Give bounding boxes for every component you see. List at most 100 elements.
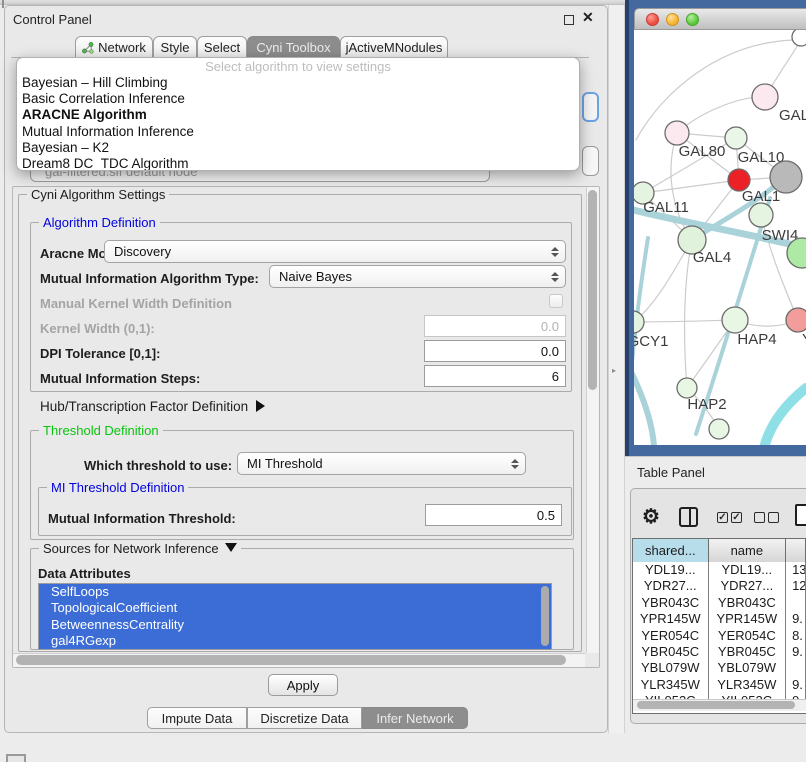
attribute-item[interactable]: BetweennessCentrality	[39, 617, 551, 633]
network-node-gal10[interactable]	[725, 127, 747, 149]
table-horizontal-scrollbar-thumb[interactable]	[637, 701, 795, 709]
network-edge	[685, 240, 692, 388]
screen: Control Panel ✕ Network Style Select Cyn…	[0, 0, 806, 762]
panel-splitter[interactable]	[608, 5, 625, 733]
zoom-window-icon[interactable]	[686, 13, 699, 26]
table-row[interactable]: YER054CYER054C8.	[633, 628, 806, 644]
network-node-gal7[interactable]	[752, 84, 778, 110]
network-window-titlebar[interactable]	[634, 8, 806, 30]
table-cell: 12	[786, 578, 806, 594]
network-node[interactable]	[792, 30, 806, 46]
data-attributes-list[interactable]: SelfLoopsTopologicalCoefficientBetweenne…	[38, 583, 552, 650]
tab-jactivemnodules[interactable]: jActiveMNodules	[340, 36, 448, 58]
tab-infer-network[interactable]: Infer Network	[362, 707, 468, 729]
node-label: GCY1	[634, 333, 668, 350]
which-threshold-combo[interactable]: MI Threshold	[237, 452, 526, 475]
tab-network[interactable]: Network	[75, 36, 153, 58]
network-node[interactable]	[770, 161, 802, 193]
table-cell	[786, 595, 806, 611]
sources-group-title[interactable]: Sources for Network Inference	[39, 541, 241, 556]
tab-select[interactable]: Select	[197, 36, 247, 58]
column-header[interactable]: name	[709, 539, 787, 562]
hub-definition-toggle[interactable]: Hub/Transcription Factor Definition	[40, 399, 265, 414]
node-label: GAL80	[679, 143, 726, 160]
table-row[interactable]: YLR345WYLR345W9.	[633, 677, 806, 693]
kernel-width-value: 0.0	[541, 319, 559, 334]
node-label: HAP4	[737, 331, 776, 348]
tab-label: jActiveMNodules	[346, 40, 443, 55]
tab-discretize-data[interactable]: Discretize Data	[247, 707, 362, 729]
tab-cyni-toolbox[interactable]: Cyni Toolbox	[247, 36, 340, 58]
settings-vertical-scrollbar-thumb[interactable]	[588, 190, 597, 390]
mi-threshold-value: 0.5	[537, 508, 555, 523]
table-cell: YPR145W	[709, 611, 787, 627]
node-label: GAL4	[693, 249, 731, 266]
splitter-handle-icon[interactable]: ▸	[612, 366, 616, 375]
tab-style[interactable]: Style	[153, 36, 197, 58]
mi-threshold-field[interactable]: 0.5	[425, 504, 562, 526]
select-all-icon[interactable]: ✓✓	[717, 512, 742, 523]
tab-label: Impute Data	[162, 711, 233, 726]
network-node-gal80[interactable]	[665, 121, 689, 145]
column-header[interactable]: shared...	[633, 539, 709, 562]
network-node-hap2[interactable]	[677, 378, 697, 398]
attribute-item[interactable]: gal4RGexp	[39, 633, 551, 649]
table-row[interactable]: YBR045CYBR045C9.	[633, 644, 806, 660]
table-row[interactable]: YBR043CYBR043C	[633, 595, 806, 611]
algorithm-option[interactable]: Mutual Information Inference	[17, 124, 579, 140]
algorithm-option[interactable]: Dream8 DC_TDC Algorithm	[17, 156, 579, 171]
table-row[interactable]: YDR27...YDR27...12	[633, 578, 806, 594]
table-row[interactable]: YPR145WYPR145W9.	[633, 611, 806, 627]
float-panel-icon[interactable]	[564, 15, 574, 25]
deselect-all-icon[interactable]	[754, 512, 779, 523]
table-row[interactable]: YDL19...YDL19...13	[633, 562, 806, 578]
table-cell: YBL079W	[633, 660, 709, 676]
column-header[interactable]	[786, 539, 806, 562]
split-columns-icon[interactable]	[679, 507, 698, 527]
manual-kernel-checkbox[interactable]	[549, 294, 563, 308]
settings-horizontal-scrollbar-thumb[interactable]	[16, 655, 566, 665]
covered-button-fragment	[582, 146, 599, 176]
attributes-scrollbar-thumb[interactable]	[541, 586, 549, 646]
table-cell: YBR043C	[633, 595, 709, 611]
algorithm-option[interactable]: Bayesian – Hill Climbing	[17, 75, 579, 91]
control-panel-title: Control Panel	[13, 12, 92, 27]
attribute-item[interactable]: TopologicalCoefficient	[39, 600, 551, 616]
table-cell: 9.	[786, 644, 806, 660]
minimize-window-icon[interactable]	[666, 13, 679, 26]
stepper-arrows-icon	[551, 272, 559, 282]
network-node-hap4[interactable]	[722, 307, 748, 333]
aracne-mode-combo[interactable]: Discovery	[104, 240, 566, 263]
table-cell: 8.	[786, 628, 806, 644]
table-row[interactable]: YBL079WYBL079W	[633, 660, 806, 676]
mi-type-combo[interactable]: Naive Bayes	[269, 265, 566, 288]
algorithm-option[interactable]: ARACNE Algorithm	[17, 107, 579, 123]
stepper-arrows-icon	[551, 247, 559, 257]
algorithm-option[interactable]: Bayesian – K2	[17, 140, 579, 156]
network-canvas[interactable]: GAL7GAL80GAL10GAL1GAL11SWI4GAL4GCY1HAP4Y…	[634, 30, 806, 445]
dpi-tolerance-field[interactable]: 0.0	[424, 340, 566, 362]
mi-steps-field[interactable]: 6	[424, 365, 566, 387]
tab-impute-data[interactable]: Impute Data	[147, 707, 247, 729]
dpi-tolerance-label: DPI Tolerance [0,1]:	[40, 346, 160, 361]
mi-steps-value: 6	[552, 369, 559, 384]
close-panel-icon[interactable]: ✕	[582, 9, 594, 26]
node-label: GAL11	[643, 199, 689, 216]
data-attributes-label: Data Attributes	[38, 566, 131, 581]
attribute-item[interactable]: SelfLoops	[39, 584, 551, 600]
table-panel-title: Table Panel	[637, 465, 705, 480]
node-label: HAP2	[687, 396, 726, 413]
network-node-y[interactable]	[786, 308, 806, 332]
page-icon[interactable]	[795, 504, 806, 526]
algorithm-option[interactable]: Basic Correlation Inference	[17, 91, 579, 107]
kernel-width-field[interactable]: 0.0	[424, 315, 566, 337]
algorithm-dropdown: Select algorithm to view settings Bayesi…	[16, 57, 580, 171]
apply-button[interactable]: Apply	[268, 674, 338, 696]
bottom-left-widget[interactable]	[6, 754, 26, 762]
network-graph: GAL7GAL80GAL10GAL1GAL11SWI4GAL4GCY1HAP4Y…	[634, 30, 806, 445]
gear-icon[interactable]: ⚙	[642, 504, 660, 529]
algorithm-dropdown-list: Bayesian – Hill ClimbingBasic Correlatio…	[17, 75, 579, 171]
network-node-swi4[interactable]	[749, 203, 773, 227]
close-window-icon[interactable]	[646, 13, 659, 26]
network-node[interactable]	[709, 419, 729, 439]
